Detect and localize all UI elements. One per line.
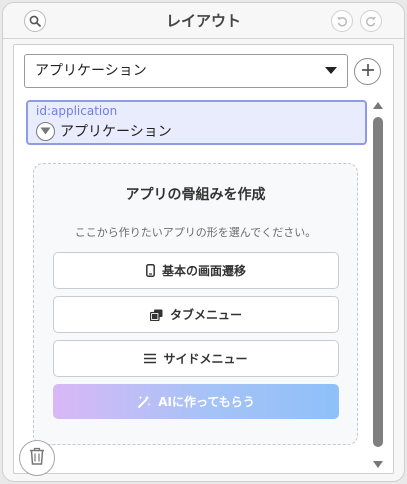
- search-icon: [29, 15, 41, 27]
- ai-generate-button[interactable]: AIに作ってもらう: [53, 384, 339, 419]
- scrollbar-thumb[interactable]: [373, 117, 383, 447]
- caret-down-icon: [325, 67, 337, 74]
- title-bar: レイアウト: [3, 3, 404, 39]
- app-select[interactable]: アプリケーション: [24, 54, 348, 88]
- empty-state-description: ここから作りたいアプリの形を選んでください。: [74, 226, 317, 239]
- app-id-label: id:application: [36, 104, 118, 118]
- redo-icon: [365, 15, 377, 27]
- redo-button[interactable]: [360, 10, 382, 32]
- side-menu-label: サイドメニュー: [163, 352, 248, 366]
- app-card-row: アプリケーション: [36, 121, 172, 141]
- undo-icon: [336, 15, 348, 27]
- phone-icon: [146, 264, 155, 277]
- tab-menu-label: タブメニュー: [169, 308, 242, 322]
- app-card[interactable]: id:application アプリケーション: [26, 100, 367, 145]
- basic-navigation-label: 基本の画面遷移: [161, 264, 246, 278]
- scroll-down-arrow[interactable]: [373, 461, 383, 468]
- search-button[interactable]: [24, 10, 46, 32]
- tab-menu-button[interactable]: タブメニュー: [53, 296, 339, 333]
- plus-icon: [360, 62, 376, 82]
- empty-state-title: アプリの骨組みを作成: [125, 187, 266, 203]
- menu-icon: [144, 353, 157, 364]
- scrollbar-track[interactable]: [373, 117, 383, 447]
- app-card-name: アプリケーション: [60, 124, 172, 140]
- side-menu-button[interactable]: サイドメニュー: [53, 340, 339, 377]
- app-select-value: アプリケーション: [35, 63, 147, 79]
- tabs-icon: [149, 309, 163, 321]
- layout-content: アプリケーション id:application アプリケーション アプリの骨組み…: [13, 44, 394, 474]
- trash-icon: [29, 447, 45, 469]
- undo-button[interactable]: [331, 10, 353, 32]
- chevron-down-circle-icon[interactable]: [36, 121, 55, 141]
- layout-panel: レイアウト アプリケーション id:application アプリケーション ア…: [2, 2, 405, 482]
- delete-button[interactable]: [19, 440, 55, 476]
- magic-wand-icon: [137, 395, 151, 409]
- add-app-button[interactable]: [354, 58, 381, 85]
- basic-navigation-button[interactable]: 基本の画面遷移: [53, 252, 339, 289]
- empty-state-card: アプリの骨組みを作成 ここから作りたいアプリの形を選んでください。 基本の画面遷…: [33, 163, 358, 445]
- ai-generate-label: AIに作ってもらう: [158, 395, 255, 409]
- scroll-up-arrow[interactable]: [373, 102, 383, 109]
